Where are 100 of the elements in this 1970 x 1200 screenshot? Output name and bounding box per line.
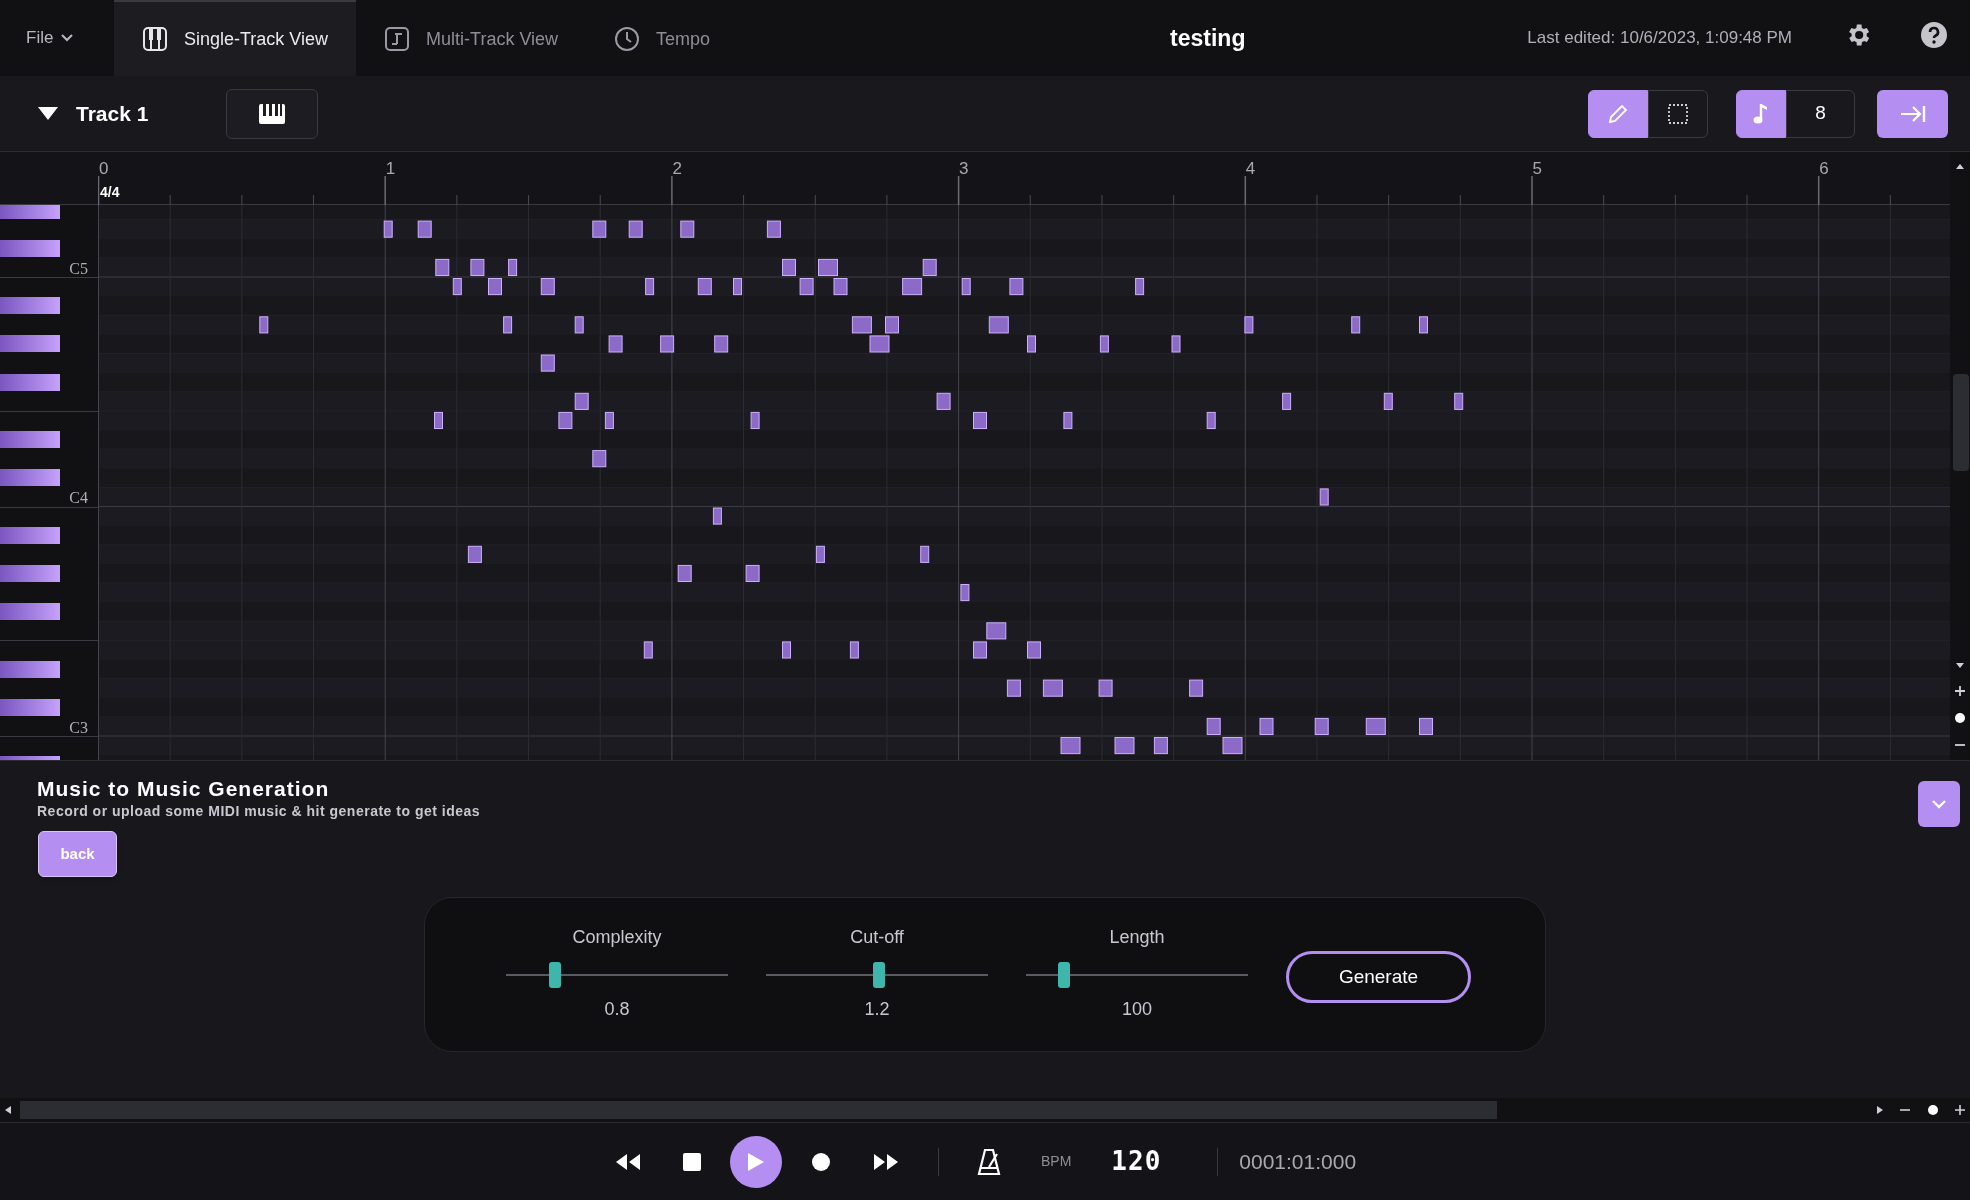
record-button[interactable] bbox=[811, 1151, 831, 1172]
midi-note[interactable] bbox=[1009, 278, 1024, 296]
midi-note[interactable] bbox=[467, 545, 482, 563]
rewind-button[interactable] bbox=[615, 1152, 641, 1171]
midi-note[interactable] bbox=[1135, 278, 1145, 296]
slider-label: Cut-off bbox=[850, 926, 904, 948]
midi-note[interactable] bbox=[1206, 717, 1221, 736]
piano-key[interactable] bbox=[0, 564, 60, 582]
midi-note[interactable] bbox=[961, 278, 971, 296]
generate-button[interactable]: Generate bbox=[1286, 951, 1471, 1003]
midi-note[interactable] bbox=[849, 641, 859, 659]
midi-note[interactable] bbox=[1206, 411, 1216, 430]
snap-value-field[interactable]: 8 bbox=[1786, 89, 1855, 138]
piano-key[interactable] bbox=[0, 698, 60, 716]
stop-button[interactable] bbox=[683, 1152, 701, 1171]
midi-note[interactable] bbox=[1222, 737, 1243, 755]
midi-note[interactable] bbox=[833, 278, 848, 296]
midi-note[interactable] bbox=[1282, 392, 1292, 410]
file-menu[interactable]: File bbox=[26, 0, 114, 76]
track-header[interactable]: Track 1 bbox=[38, 97, 149, 130]
midi-note[interactable] bbox=[592, 450, 607, 468]
metronome-button[interactable] bbox=[977, 1147, 1001, 1176]
midi-note[interactable] bbox=[1189, 679, 1204, 697]
midi-note[interactable] bbox=[799, 278, 814, 296]
slider-thumb[interactable] bbox=[1057, 962, 1070, 988]
midi-note[interactable] bbox=[1351, 316, 1361, 334]
midi-note[interactable] bbox=[1063, 411, 1073, 430]
midi-note[interactable] bbox=[712, 507, 722, 525]
note-snap-button[interactable] bbox=[1736, 89, 1786, 138]
music-note-icon bbox=[1753, 102, 1769, 125]
midi-note[interactable] bbox=[677, 564, 692, 583]
midi-note[interactable] bbox=[1259, 717, 1274, 736]
play-button[interactable] bbox=[730, 1135, 782, 1188]
midi-note[interactable] bbox=[920, 545, 930, 563]
tool-button[interactable] bbox=[1588, 89, 1648, 138]
piano-key[interactable] bbox=[0, 469, 60, 487]
view-tab[interactable]: Tempo bbox=[586, 0, 739, 76]
midi-note[interactable] bbox=[540, 278, 555, 296]
midi-note[interactable] bbox=[645, 278, 655, 296]
slider[interactable] bbox=[1026, 962, 1248, 988]
midi-note[interactable] bbox=[745, 564, 760, 583]
midi-note[interactable] bbox=[1454, 392, 1464, 410]
midi-note[interactable] bbox=[697, 278, 712, 296]
midi-note[interactable] bbox=[540, 354, 555, 372]
view-tab[interactable]: Single-Track View bbox=[114, 0, 357, 76]
midi-note[interactable] bbox=[435, 258, 450, 276]
midi-note[interactable] bbox=[470, 258, 485, 276]
piano-button[interactable] bbox=[226, 88, 319, 139]
midi-note[interactable] bbox=[818, 258, 838, 276]
piano-key[interactable] bbox=[0, 603, 60, 621]
midi-note[interactable] bbox=[604, 411, 614, 430]
midi-note[interactable] bbox=[1006, 679, 1021, 697]
midi-note[interactable] bbox=[660, 335, 675, 353]
midi-note[interactable] bbox=[815, 545, 825, 563]
piano-key[interactable] bbox=[0, 335, 60, 353]
midi-note[interactable] bbox=[574, 392, 589, 410]
jump-to-end-button[interactable] bbox=[1877, 89, 1948, 138]
midi-note[interactable] bbox=[750, 411, 760, 430]
midi-note[interactable] bbox=[1153, 737, 1168, 755]
midi-note[interactable] bbox=[503, 316, 513, 334]
midi-note[interactable] bbox=[508, 258, 518, 276]
midi-note[interactable] bbox=[922, 258, 937, 276]
fast-forward-button[interactable] bbox=[873, 1152, 899, 1171]
piano-key[interactable] bbox=[0, 297, 60, 315]
midi-note[interactable] bbox=[766, 220, 781, 238]
midi-note[interactable] bbox=[714, 335, 729, 353]
midi-note[interactable] bbox=[1383, 392, 1393, 410]
midi-note[interactable] bbox=[558, 411, 573, 430]
midi-note[interactable] bbox=[973, 411, 987, 430]
piano-key[interactable] bbox=[0, 526, 60, 544]
midi-note[interactable] bbox=[1365, 717, 1386, 736]
piano-key[interactable] bbox=[0, 373, 60, 391]
midi-note[interactable] bbox=[1314, 717, 1329, 736]
tool-button[interactable] bbox=[1648, 89, 1708, 138]
midi-note[interactable] bbox=[960, 584, 970, 602]
scrollbar-thumb[interactable] bbox=[1953, 374, 1969, 471]
piano-key[interactable] bbox=[0, 660, 60, 678]
midi-note[interactable] bbox=[1419, 717, 1433, 736]
midi-note[interactable] bbox=[643, 641, 653, 659]
view-tab[interactable]: Multi-Track View bbox=[356, 0, 587, 76]
midi-note[interactable] bbox=[902, 278, 923, 296]
midi-note[interactable] bbox=[733, 278, 742, 296]
midi-note[interactable] bbox=[488, 278, 502, 296]
slider[interactable] bbox=[506, 962, 728, 988]
scrollbar-thumb[interactable] bbox=[20, 1101, 1497, 1119]
midi-note[interactable] bbox=[1099, 335, 1109, 353]
midi-note[interactable] bbox=[1060, 737, 1081, 755]
midi-note[interactable] bbox=[434, 411, 443, 430]
slider[interactable] bbox=[766, 962, 988, 988]
midi-note[interactable] bbox=[988, 316, 1009, 334]
midi-note[interactable] bbox=[1114, 737, 1135, 755]
midi-note[interactable] bbox=[936, 392, 951, 410]
bpm-value[interactable]: 120 bbox=[1111, 1142, 1162, 1181]
slider-thumb[interactable] bbox=[873, 962, 886, 988]
midi-note[interactable] bbox=[782, 258, 796, 276]
midi-note[interactable] bbox=[452, 278, 462, 296]
midi-note[interactable] bbox=[1042, 679, 1063, 697]
midi-note[interactable] bbox=[851, 316, 872, 334]
slider-thumb[interactable] bbox=[548, 962, 561, 988]
piano-key[interactable] bbox=[0, 239, 60, 257]
